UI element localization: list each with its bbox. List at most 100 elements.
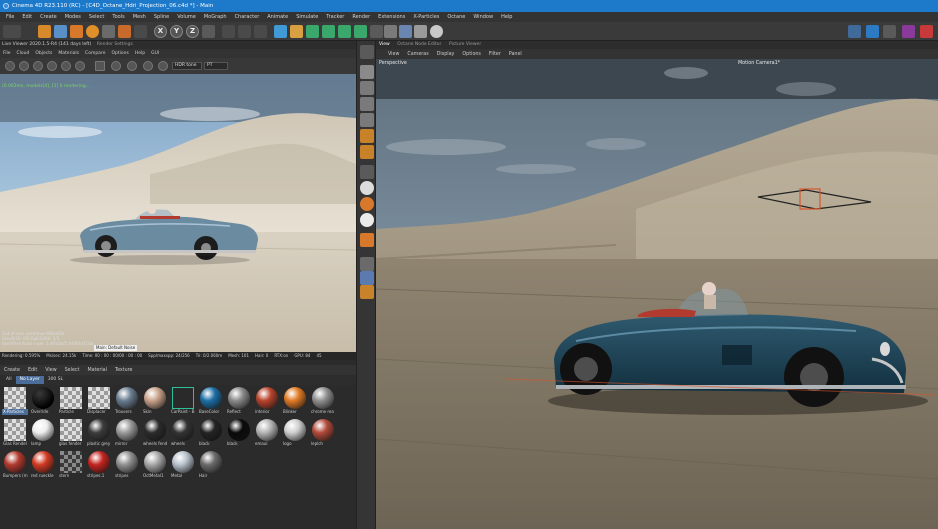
lv-menu-objects[interactable]: Objects bbox=[32, 51, 55, 56]
live-viewer-render[interactable]: (0.062ms, models[4], [1] 0 rendering... … bbox=[0, 74, 356, 352]
menu-extensions[interactable]: Extensions bbox=[374, 14, 409, 20]
pick-focus-icon[interactable] bbox=[127, 61, 137, 71]
tonemap-select[interactable]: HDR tone bbox=[172, 62, 202, 70]
menu-x-particles[interactable]: X-Particles bbox=[409, 14, 443, 20]
record-icon[interactable] bbox=[920, 25, 933, 38]
polygons-mode-icon[interactable] bbox=[360, 129, 374, 143]
menu-simulate[interactable]: Simulate bbox=[292, 14, 322, 20]
material-menu-material[interactable]: Material bbox=[83, 368, 111, 373]
viewport-menu-options[interactable]: Options bbox=[458, 52, 485, 57]
recent-tools-icon[interactable] bbox=[118, 25, 131, 38]
material-swatch[interactable]: Override bbox=[30, 386, 56, 416]
snapping-icon[interactable] bbox=[360, 165, 374, 179]
material-menu-select[interactable]: Select bbox=[61, 368, 84, 373]
material-swatch[interactable]: Hair bbox=[198, 450, 224, 480]
lv-menu-file[interactable]: File bbox=[0, 51, 14, 56]
material-swatch[interactable]: Reflect bbox=[226, 386, 252, 416]
camera-icon[interactable] bbox=[384, 25, 397, 38]
material-swatch[interactable]: wheels bbox=[170, 418, 196, 448]
material-swatch[interactable]: BaseColor bbox=[198, 386, 224, 416]
menu-file[interactable]: File bbox=[2, 14, 18, 20]
lv-menu-materials[interactable]: Materials bbox=[55, 51, 82, 56]
lv-menu-help[interactable]: Help bbox=[132, 51, 148, 56]
menu-mesh[interactable]: Mesh bbox=[129, 14, 150, 20]
material-swatch[interactable]: black bbox=[226, 418, 252, 448]
viewport-menu-panel[interactable]: Panel bbox=[505, 52, 526, 57]
material-swatch[interactable]: red rueckle bbox=[30, 450, 56, 480]
material-menu-view[interactable]: View bbox=[41, 368, 60, 373]
material-swatch[interactable]: emaul bbox=[254, 418, 280, 448]
field-icon[interactable] bbox=[338, 25, 351, 38]
viewport-menu-display[interactable]: Display bbox=[433, 52, 459, 57]
save-render-icon[interactable] bbox=[75, 61, 85, 71]
tab-view[interactable]: View bbox=[376, 42, 393, 47]
menu-render[interactable]: Render bbox=[348, 14, 374, 20]
material-swatch[interactable]: OctMetal1 bbox=[142, 450, 168, 480]
menu-octane[interactable]: Octane bbox=[443, 14, 469, 20]
stop-render-icon[interactable] bbox=[47, 61, 57, 71]
main-viewport[interactable]: Perspective Motion Camera1* bbox=[376, 59, 938, 529]
undo-icon[interactable] bbox=[3, 25, 21, 38]
light-icon[interactable] bbox=[414, 25, 427, 38]
tab-picture-viewer[interactable]: Picture Viewer bbox=[446, 42, 484, 47]
locked-workplane-icon[interactable] bbox=[360, 213, 374, 227]
material-swatch[interactable]: Particle bbox=[58, 386, 84, 416]
lv-menu-compare[interactable]: Compare bbox=[82, 51, 108, 56]
material-swatch[interactable]: chrome rea bbox=[310, 386, 336, 416]
material-swatch[interactable]: Skin bbox=[142, 386, 168, 416]
menu-window[interactable]: Window bbox=[469, 14, 497, 20]
material-swatch[interactable]: Glas Rendel bbox=[2, 418, 28, 448]
make-editable-icon[interactable] bbox=[360, 45, 374, 59]
x-axis-lock-icon[interactable]: X bbox=[154, 25, 167, 38]
material-swatch[interactable]: Trousers bbox=[114, 386, 140, 416]
object-manager-icon[interactable] bbox=[360, 285, 374, 299]
material-swatch[interactable]: black bbox=[198, 418, 224, 448]
tab-octane-node-editor[interactable]: Octane Node Editor bbox=[394, 42, 444, 47]
render-settings-icon[interactable] bbox=[254, 25, 267, 38]
snap-tool-icon[interactable] bbox=[102, 25, 115, 38]
move-tool-icon[interactable] bbox=[54, 25, 67, 38]
scale-tool-icon[interactable] bbox=[70, 25, 83, 38]
viewport-menu-filter[interactable]: Filter bbox=[485, 52, 505, 57]
floor-object-icon[interactable] bbox=[399, 25, 412, 38]
cloner-icon[interactable] bbox=[322, 25, 335, 38]
material-swatch[interactable]: glas fender bbox=[58, 418, 84, 448]
tab-render-settings[interactable]: Render Settings bbox=[95, 42, 135, 47]
coordinate-system-icon[interactable] bbox=[202, 25, 215, 38]
material-menu-create[interactable]: Create bbox=[0, 368, 24, 373]
axis-mode-icon[interactable] bbox=[360, 145, 374, 159]
material-filter-no-layer[interactable]: No Layer bbox=[15, 376, 44, 384]
octane-material-icon[interactable] bbox=[902, 25, 915, 38]
solo-mode-icon[interactable] bbox=[360, 181, 374, 195]
pen-spline-icon[interactable] bbox=[290, 25, 303, 38]
tab-live-viewer[interactable]: Live Viewer 2020.1.5-R4 (141 days left) bbox=[0, 42, 93, 47]
menu-mograph[interactable]: MoGraph bbox=[200, 14, 231, 20]
kernel-select[interactable]: PT bbox=[204, 62, 228, 70]
scene-icon[interactable] bbox=[370, 25, 383, 38]
material-swatch[interactable]: interior bbox=[254, 386, 280, 416]
render-view-icon[interactable] bbox=[222, 25, 235, 38]
material-swatch[interactable]: stripes bbox=[114, 450, 140, 480]
viewport-menu-view[interactable]: View bbox=[384, 52, 403, 57]
pause-render-icon[interactable] bbox=[33, 61, 43, 71]
material-swatch[interactable]: plastic grey bbox=[86, 418, 112, 448]
menu-edit[interactable]: Edit bbox=[18, 14, 36, 20]
material-swatch[interactable]: X-Particles bbox=[2, 386, 28, 416]
add-tool-icon[interactable] bbox=[134, 25, 147, 38]
material-swatch[interactable]: logo bbox=[282, 418, 308, 448]
model-mode-icon[interactable] bbox=[360, 65, 374, 79]
workplane-icon[interactable] bbox=[360, 197, 374, 211]
menu-create[interactable]: Create bbox=[36, 14, 61, 20]
octane-live-viewer-icon[interactable] bbox=[848, 25, 861, 38]
render-picture-viewer-icon[interactable] bbox=[238, 25, 251, 38]
menu-tracker[interactable]: Tracker bbox=[322, 14, 348, 20]
menu-animate[interactable]: Animate bbox=[263, 14, 292, 20]
live-selection-icon[interactable] bbox=[38, 25, 51, 38]
material-swatch[interactable]: Metal bbox=[170, 450, 196, 480]
pick-material-icon[interactable] bbox=[111, 61, 121, 71]
deformer-icon[interactable] bbox=[354, 25, 367, 38]
material-swatch[interactable]: Blinker bbox=[282, 386, 308, 416]
lv-menu-cloud[interactable]: Cloud bbox=[14, 51, 33, 56]
material-filter-all[interactable]: All bbox=[2, 376, 16, 384]
region-render-icon[interactable] bbox=[95, 61, 105, 71]
